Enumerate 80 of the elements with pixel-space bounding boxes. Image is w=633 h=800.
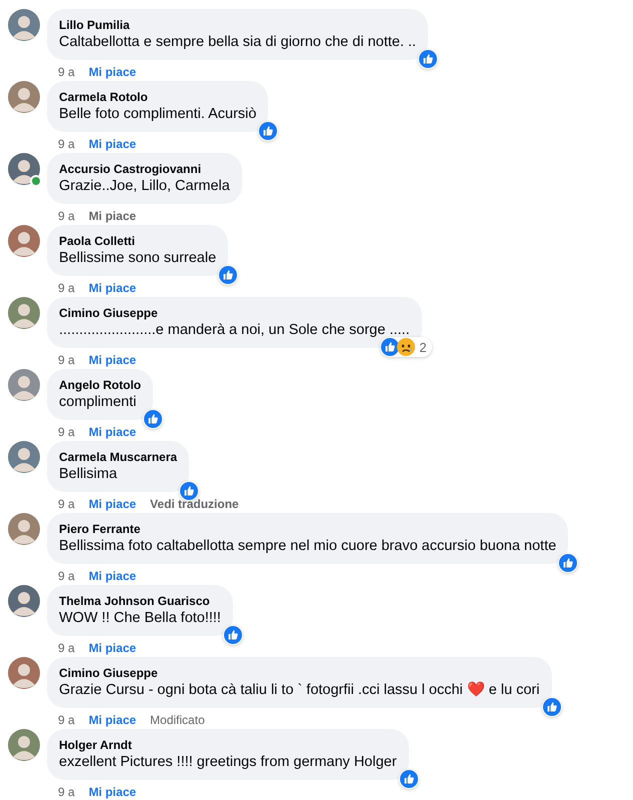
author-name[interactable]: Piero Ferrante <box>59 521 556 537</box>
like-link[interactable]: Mi piace <box>88 136 136 152</box>
online-dot <box>30 175 42 187</box>
comment-time[interactable]: 9 a <box>58 568 75 584</box>
author-name[interactable]: Lillo Pumilia <box>59 17 416 33</box>
avatar-icon[interactable] <box>8 657 40 689</box>
author-name[interactable]: Cimino Giuseppe <box>59 305 410 321</box>
author-name[interactable]: Paola Colletti <box>59 233 216 249</box>
like-link[interactable]: Mi piace <box>88 640 136 656</box>
avatar-icon[interactable] <box>8 153 40 185</box>
author-name[interactable]: Accursio Castrogiovanni <box>59 161 230 177</box>
reaction-count: 2 <box>418 340 428 354</box>
author-name[interactable]: Carmela Muscarnera <box>59 449 178 465</box>
thumbs-up-icon <box>224 626 242 644</box>
thumbs-up-icon <box>559 554 578 572</box>
author-name[interactable]: Holger Arndt <box>59 737 397 753</box>
thumbs-up-icon <box>219 266 238 284</box>
thumbs-up-icon <box>542 698 561 716</box>
like-link[interactable]: Mi piace <box>88 568 136 584</box>
author-name[interactable]: Angelo Rotolo <box>59 377 141 393</box>
thumbs-up-icon <box>144 410 162 428</box>
avatar-icon[interactable] <box>8 297 40 329</box>
author-name[interactable]: Cimino Giuseppe <box>59 665 540 681</box>
comment-time[interactable]: 9 a <box>58 352 75 368</box>
comment-text: Grazie..Joe, Lillo, Carmela <box>59 177 230 196</box>
comment-text: exzellent Pictures !!!! greetings from germany Holger <box>59 753 397 772</box>
reactions-badge[interactable] <box>222 625 243 645</box>
reactions-badge[interactable] <box>218 265 238 285</box>
edited-label: Modificato <box>150 712 205 728</box>
reactions-badge[interactable] <box>542 697 562 717</box>
reactions-badge[interactable] <box>398 769 419 789</box>
comment-time[interactable]: 9 a <box>58 208 75 224</box>
reactions-badge[interactable]: 2 <box>380 337 432 357</box>
comment-text: WOW !! Che Bella foto!!!! <box>59 609 221 628</box>
comment-time[interactable]: 9 a <box>58 64 75 80</box>
like-link[interactable]: Mi piace <box>88 712 136 728</box>
like-link[interactable]: Mi piace <box>88 424 136 440</box>
thumbs-up-icon <box>400 770 418 788</box>
reactions-badge[interactable] <box>142 409 163 429</box>
comment-text: Grazie Cursu - ogni bota cà taliu li to ` fotogrfii .cci lassu l occhi ❤ e lu cori <box>59 681 540 700</box>
avatar-icon[interactable] <box>8 81 40 113</box>
comment-time[interactable]: 9 a <box>58 280 75 296</box>
author-name[interactable]: Thelma Johnson Guarisco <box>59 593 221 609</box>
reactions-badge[interactable] <box>558 553 578 573</box>
avatar-icon[interactable] <box>8 225 40 257</box>
comment-time[interactable]: 9 a <box>58 640 75 656</box>
comment-text: Bellisima <box>59 465 118 484</box>
comment-time[interactable]: 9 a <box>58 136 75 152</box>
comment-time[interactable]: 9 a <box>58 784 75 800</box>
comment-text: ........................e manderà a noi, un Sole che sorge ..... <box>59 321 410 340</box>
reactions-badge[interactable] <box>418 49 438 69</box>
avatar-icon[interactable] <box>8 9 40 41</box>
thumbs-up-icon <box>180 482 198 500</box>
like-link[interactable]: Mi piace <box>88 280 136 296</box>
thumbs-up-icon <box>259 122 278 140</box>
avatar-icon[interactable] <box>8 585 40 617</box>
like-link[interactable]: Mi piace <box>88 352 136 368</box>
translate-link[interactable]: Vedi traduzione <box>150 496 239 512</box>
comment-text: Caltabellotta e sempre bella sia di giorno che di notte. .. <box>59 33 416 52</box>
comment-time[interactable]: 9 a <box>58 424 75 440</box>
reactions-badge[interactable] <box>179 481 200 501</box>
like-link[interactable]: Mi piace <box>88 64 136 80</box>
comment-text: Bellissima foto caltabellotta sempre nel mio cuore bravo accursio buona notte <box>59 537 556 556</box>
like-link[interactable]: Mi piace <box>88 208 136 224</box>
comment-text: Bellissime sono surreale <box>59 249 216 268</box>
comment-time[interactable]: 9 a <box>58 712 75 728</box>
like-link[interactable]: Mi piace <box>88 784 136 800</box>
comment-time[interactable]: 9 a <box>58 496 75 512</box>
avatar-icon[interactable] <box>8 729 40 761</box>
crying-face-icon <box>397 338 416 356</box>
comment-text: complimenti <box>59 393 138 412</box>
thumbs-up-icon <box>419 50 438 68</box>
avatar-icon[interactable] <box>8 441 40 473</box>
avatar-icon[interactable] <box>8 369 40 401</box>
like-link[interactable]: Mi piace <box>88 496 136 512</box>
thumbs-up-icon <box>381 338 400 356</box>
avatar-icon[interactable] <box>8 513 40 545</box>
author-name[interactable]: Carmela Rotolo <box>59 89 256 105</box>
comment-text: Belle foto complimenti. Acursiò <box>59 105 256 124</box>
reactions-badge[interactable] <box>258 121 278 141</box>
